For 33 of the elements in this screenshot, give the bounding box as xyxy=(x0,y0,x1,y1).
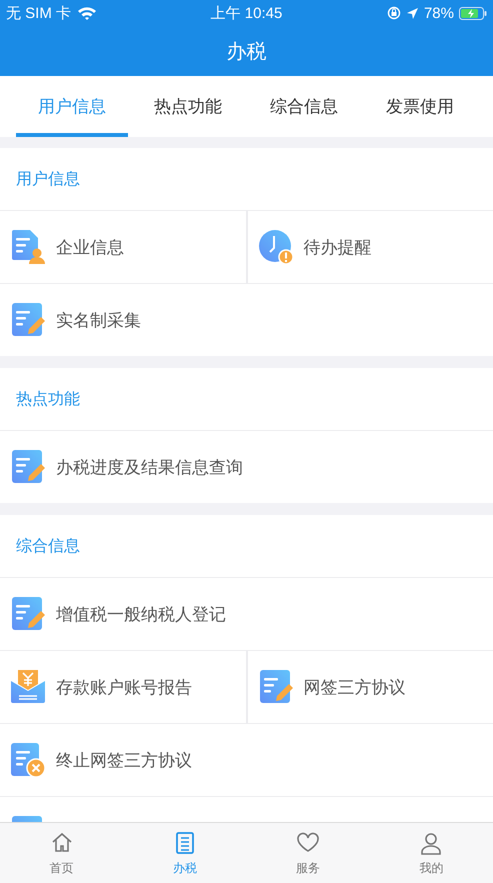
document-pencil-icon xyxy=(10,449,46,485)
nav-tab[interactable]: 我的 xyxy=(370,823,493,883)
menu-item[interactable]: 增值税一般纳税人登记 xyxy=(0,578,493,650)
clock-alert-icon xyxy=(258,229,294,265)
clock-time: 上午 10:45 xyxy=(210,4,282,22)
battery-percentage: 78% xyxy=(424,4,454,22)
section-title: 用户信息 xyxy=(16,168,80,190)
document-cancel-icon xyxy=(10,742,46,778)
document-pencil-icon xyxy=(10,302,46,338)
location-arrow-icon xyxy=(406,6,419,20)
menu-item[interactable]: 企业信息 xyxy=(0,211,246,283)
section-title: 综合信息 xyxy=(16,536,80,556)
section-title: 热点功能 xyxy=(16,388,80,410)
category-tab[interactable]: 发票使用 xyxy=(364,76,476,137)
menu-item[interactable]: 存款账户账号报告 xyxy=(0,651,246,723)
menu-item[interactable]: 网签三方协议 xyxy=(246,651,493,723)
menu-item[interactable]: 终止网签三方协议 xyxy=(0,724,493,796)
menu-item[interactable]: 待办提醒 xyxy=(246,211,493,283)
rotation-lock-icon xyxy=(386,6,401,20)
category-tab[interactable]: 热点功能 xyxy=(132,76,244,137)
document-person-icon xyxy=(10,229,46,265)
document-pencil-icon xyxy=(258,669,294,705)
category-tab[interactable]: 综合信息 xyxy=(248,76,360,137)
document-pencil-icon xyxy=(10,596,46,632)
yuan-envelope-icon xyxy=(10,669,46,705)
page-title: 办税 xyxy=(226,38,266,64)
menu-item[interactable]: 实名制采集 xyxy=(0,284,493,356)
wifi-icon xyxy=(77,6,98,20)
nav-tab[interactable]: 首页 xyxy=(0,823,124,883)
carrier-label: 无 SIM 卡 xyxy=(6,4,72,22)
battery-icon xyxy=(459,6,487,20)
menu-item[interactable]: 办税进度及结果信息查询 xyxy=(0,431,493,503)
nav-tab[interactable]: 服务 xyxy=(246,823,370,883)
